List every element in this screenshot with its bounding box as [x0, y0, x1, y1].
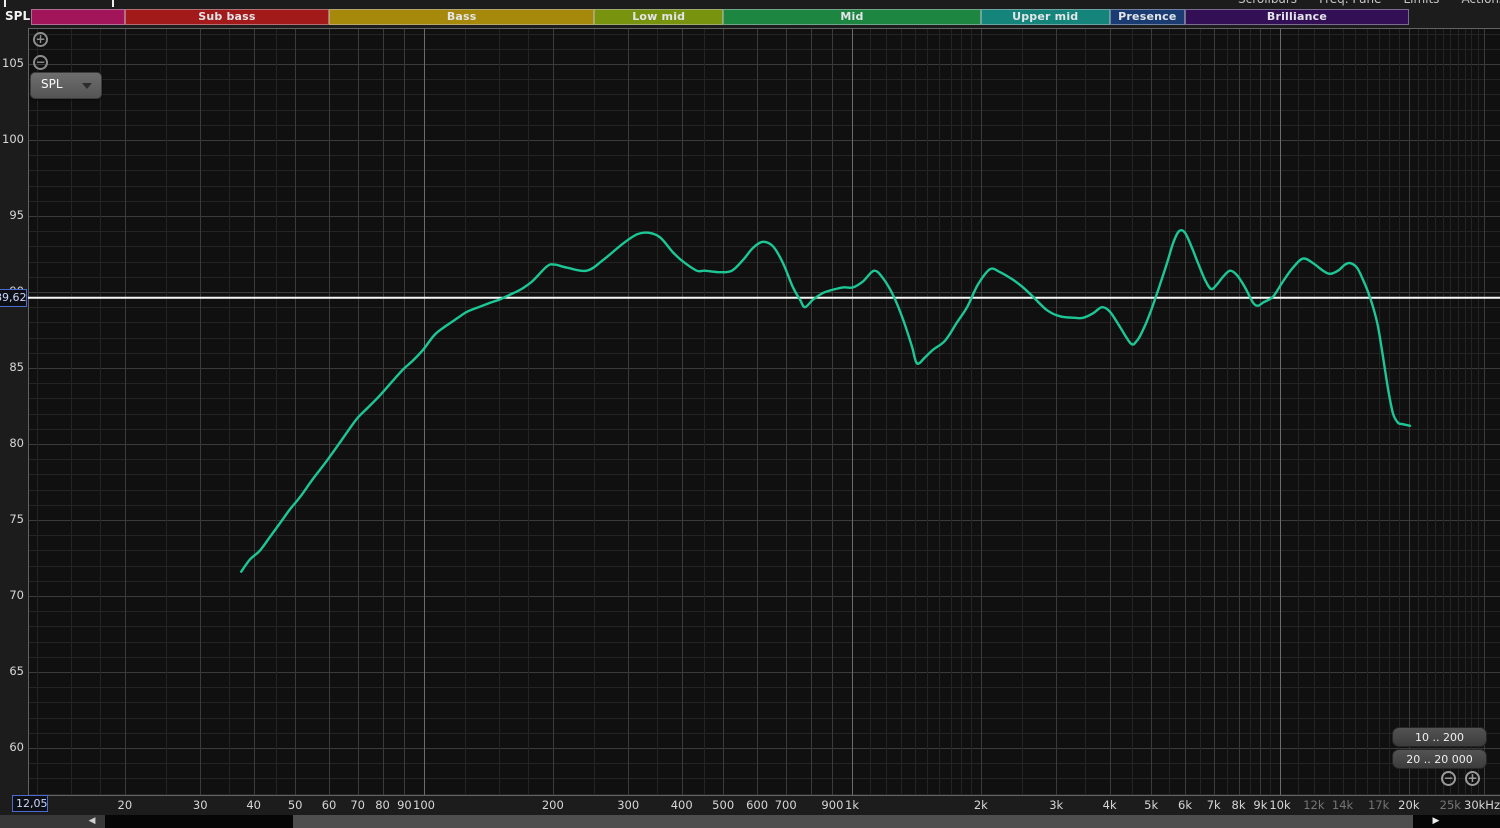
range-preset-20-20000-button[interactable]: 20 .. 20 000	[1392, 749, 1487, 769]
x-tick-label-400: 400	[670, 798, 693, 812]
band-label: Upper mid	[1012, 10, 1079, 23]
x-tick-label-30kHz: 30kHz	[1464, 798, 1500, 812]
x-tick-label-70: 70	[350, 798, 366, 812]
scroll-right-icon[interactable]: ▶	[1428, 815, 1444, 828]
band-brilliance: Brilliance	[1185, 9, 1409, 25]
plot-area[interactable]	[0, 0, 1500, 828]
x-tick-label-2k: 2k	[973, 798, 988, 812]
zoom-out-icon[interactable]: −	[1441, 771, 1456, 786]
chevron-down-icon	[82, 83, 92, 89]
horizontal-scrollbar[interactable]: ◀ ▶	[0, 815, 1500, 828]
menubar-remnant-tick	[112, 0, 114, 7]
x-tick-label-3k: 3k	[1049, 798, 1064, 812]
x-tick-label-200: 200	[541, 798, 564, 812]
scrollbar-thumb[interactable]	[293, 815, 1413, 828]
x-tick-label-4k: 4k	[1102, 798, 1117, 812]
spl-analyzer-window: Scrollbars Freq. Pane Limits Actions Con…	[0, 0, 1500, 828]
zoom-in-icon[interactable]: +	[33, 32, 48, 47]
x-tick-label-25k: 25k	[1439, 798, 1461, 812]
band-label: Low mid	[632, 10, 686, 23]
x-tick-label-40: 40	[246, 798, 261, 812]
x-tick-label-30: 30	[192, 798, 208, 812]
curve-select-dropdown[interactable]: SPL	[30, 72, 102, 99]
x-tick-label-7k: 7k	[1206, 798, 1221, 812]
x-tick-label-14k: 14k	[1331, 798, 1354, 812]
y-tick-label-85: 85	[9, 360, 24, 374]
zoom-out-icon[interactable]: −	[33, 55, 48, 70]
x-tick-label-300: 300	[617, 798, 640, 812]
band-bass: Bass	[329, 9, 595, 25]
plot-background	[28, 28, 1500, 796]
band-label: Presence	[1118, 10, 1177, 23]
y-tick-label-75: 75	[9, 512, 24, 526]
range-preset-10-200-button[interactable]: 10 .. 200	[1392, 727, 1487, 747]
x-tick-label-900: 900	[821, 798, 844, 812]
menu-item-limits[interactable]: Limits	[1403, 0, 1439, 6]
x-tick-label-500: 500	[712, 798, 735, 812]
scroll-left-icon[interactable]: ◀	[84, 815, 100, 828]
x-tick-label-8k: 8k	[1231, 798, 1246, 812]
x-tick-label-100: 100	[413, 798, 435, 812]
y-tick-label-60: 60	[9, 740, 24, 754]
x-tick-label-700: 700	[774, 798, 797, 812]
band-label: Bass	[446, 10, 477, 23]
x-tick-label-12k: 12k	[1303, 798, 1325, 812]
y-axis-title: SPL	[5, 9, 31, 23]
x-tick-label-600: 600	[746, 798, 769, 812]
menu-item-actions[interactable]: Actions	[1461, 0, 1500, 6]
x-tick-label-20k: 20k	[1398, 798, 1420, 812]
curve-select-value: SPL	[41, 77, 63, 91]
band-presence: Presence	[1109, 9, 1186, 25]
band-sub-bass: Sub bass	[124, 9, 330, 25]
band-label: Brilliance	[1266, 10, 1327, 23]
band-label: Sub bass	[198, 10, 256, 23]
band-infra	[30, 9, 125, 25]
y-tick-label-80: 80	[9, 436, 24, 450]
y-tick-label-70: 70	[9, 588, 24, 602]
band-mid: Mid	[723, 9, 981, 25]
x-tick-label-1k: 1k	[845, 798, 859, 812]
band-upper-mid: Upper mid	[980, 9, 1110, 25]
x-tick-label-90: 90	[397, 798, 412, 812]
reference-level-readout[interactable]: 89,62	[0, 289, 27, 307]
y-tick-label-100: 100	[2, 132, 24, 146]
x-tick-label-9k: 9k	[1253, 798, 1268, 812]
y-tick-label-65: 65	[9, 664, 24, 678]
x-tick-label-6k: 6k	[1178, 798, 1193, 812]
menubar-remnant-tick	[4, 0, 6, 7]
menu-item-scrollbars[interactable]: Scrollbars	[1238, 0, 1297, 6]
menu-item-freq-pane[interactable]: Freq. Pane	[1319, 0, 1381, 6]
x-tick-label-5k: 5k	[1144, 798, 1159, 812]
x-tick-label-60: 60	[321, 798, 337, 812]
menubar-clipped: Scrollbars Freq. Pane Limits Actions Con…	[1238, 0, 1500, 6]
band-label: Mid	[840, 10, 864, 23]
x-tick-label-17k: 17k	[1367, 798, 1390, 812]
x-tick-label-80: 80	[375, 798, 390, 812]
x-tick-label-50: 50	[287, 798, 303, 812]
frequency-band-strip: Sub bass Bass Low mid Mid Upper mid Presence B…	[0, 9, 1500, 25]
y-tick-label-95: 95	[9, 208, 24, 222]
x-tick-label-10k: 10k	[1269, 798, 1291, 812]
cursor-frequency-readout[interactable]: 12,05	[12, 795, 48, 812]
zoom-in-icon[interactable]: +	[1465, 771, 1480, 786]
band-low-mid: Low mid	[594, 9, 724, 25]
y-tick-label-105: 105	[2, 56, 24, 70]
x-tick-label-20: 20	[117, 798, 133, 812]
